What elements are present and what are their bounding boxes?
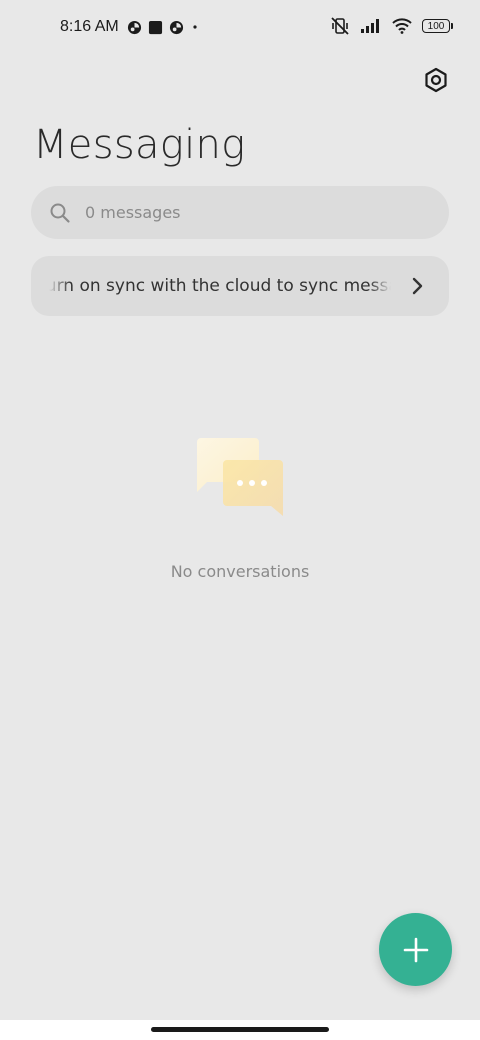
notification-app-icon xyxy=(169,20,184,35)
dot-icon xyxy=(190,22,200,32)
muted-vibrate-icon xyxy=(330,16,350,36)
plus-icon xyxy=(402,936,430,964)
status-time: 8:16 AM xyxy=(60,18,119,35)
wifi-icon xyxy=(392,18,412,34)
square-app-icon xyxy=(148,20,163,35)
search-icon xyxy=(49,202,71,224)
sync-banner[interactable]: Turn on sync with the cloud to sync mess… xyxy=(31,256,449,316)
status-bar-right: 100 xyxy=(330,16,453,36)
notification-app-icon xyxy=(127,20,142,35)
chevron-right-icon xyxy=(407,276,427,296)
status-bar: 8:16 AM 100 xyxy=(0,0,480,56)
search-placeholder: 0 messages xyxy=(85,203,181,222)
new-conversation-button[interactable] xyxy=(379,913,452,986)
settings-button[interactable] xyxy=(420,64,452,96)
home-gesture-handle[interactable] xyxy=(151,1027,329,1032)
empty-state-text: No conversations xyxy=(170,562,310,581)
search-input[interactable]: 0 messages xyxy=(31,186,449,239)
page-title: Messaging xyxy=(33,122,246,168)
signal-icon xyxy=(360,18,382,34)
sync-banner-text-container: Turn on sync with the cloud to sync mess… xyxy=(49,256,391,316)
battery-icon: 100 xyxy=(422,19,453,33)
settings-hexagon-icon xyxy=(423,67,449,93)
sync-banner-text: Turn on sync with the cloud to sync mess… xyxy=(49,276,391,296)
chat-bubbles-icon xyxy=(192,432,288,520)
navigation-bar xyxy=(0,1020,480,1040)
status-bar-left: 8:16 AM xyxy=(60,18,200,36)
